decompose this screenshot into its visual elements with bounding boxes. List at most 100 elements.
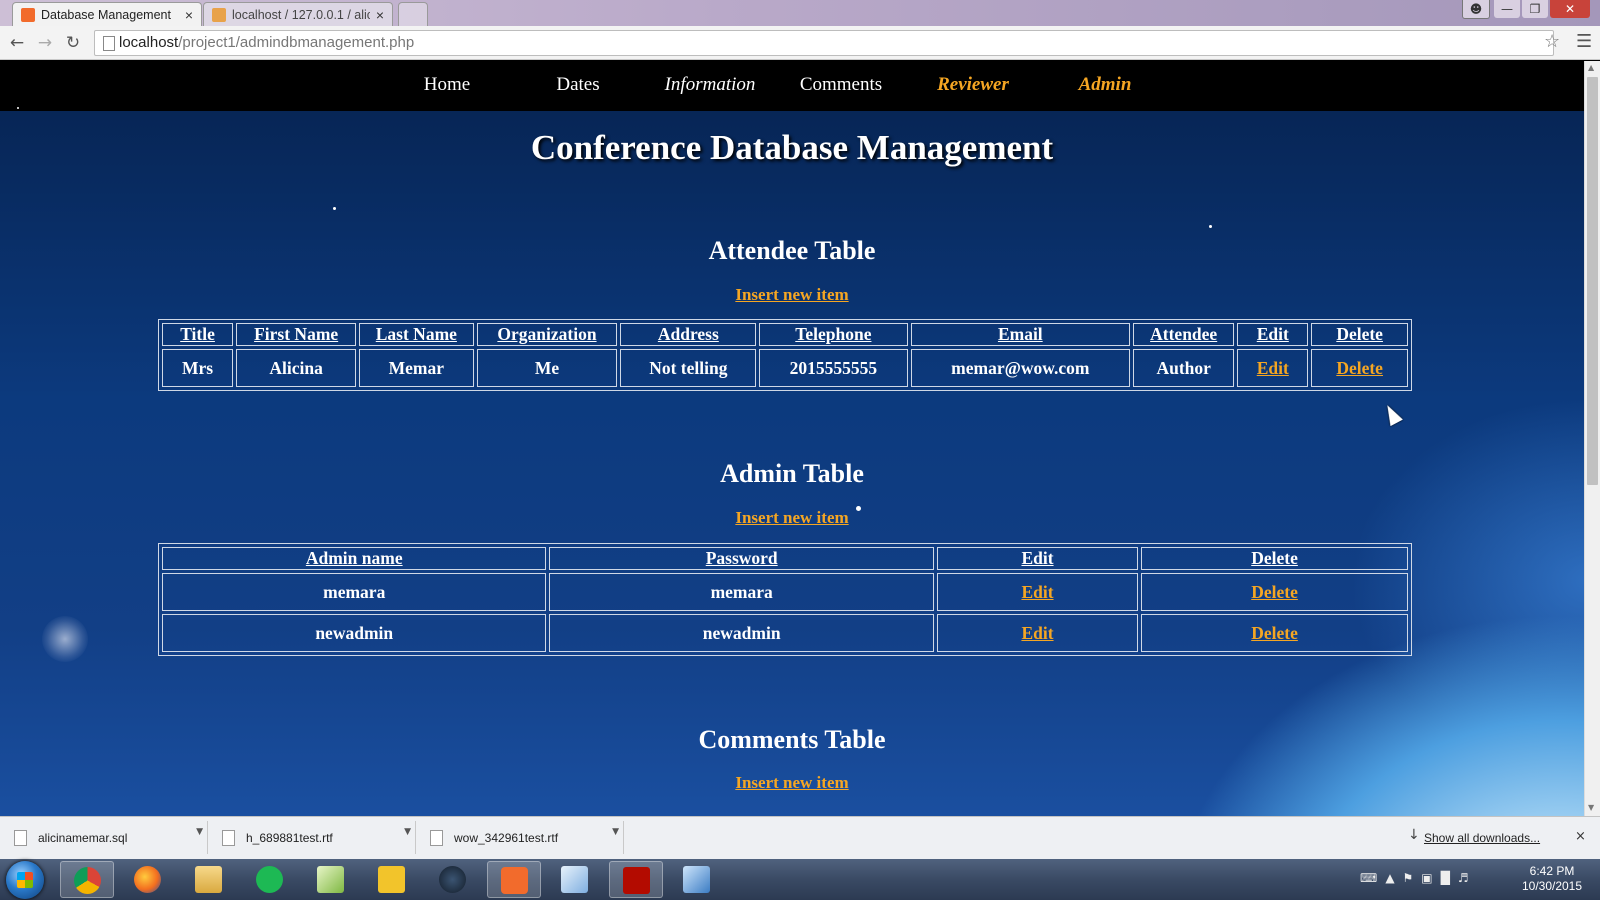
cell-organization: Me: [476, 349, 618, 387]
download-filename: wow_342961test.rtf: [454, 831, 559, 845]
cell-password: newadmin: [549, 614, 934, 652]
scroll-down-icon[interactable]: ▼: [1588, 803, 1594, 812]
download-filename: h_689881test.rtf: [246, 831, 333, 845]
windows-taskbar: ⌨▲⚑▣█♬ 6:42 PM 10/30/2015: [0, 859, 1600, 900]
col-delete: Delete: [1311, 323, 1408, 346]
nav-home[interactable]: Home: [424, 74, 470, 96]
show-all-downloads-link[interactable]: Show all downloads...: [1424, 831, 1540, 845]
delete-link[interactable]: Delete: [1311, 349, 1408, 387]
col-attendee: Attendee: [1133, 323, 1235, 346]
window-close-icon[interactable]: ✕: [1550, 0, 1590, 18]
cell-email: memar@wow.com: [910, 349, 1131, 387]
chevron-down-icon[interactable]: ▼: [196, 827, 203, 837]
file-icon: [14, 830, 27, 846]
nav-admin[interactable]: Admin: [1079, 74, 1132, 96]
table-header-row: Admin name Password Edit Delete: [162, 547, 1408, 570]
scrollbar-thumb[interactable]: [1587, 77, 1598, 485]
spotify-icon[interactable]: [243, 861, 297, 898]
attendee-insert-link[interactable]: Insert new item: [735, 285, 848, 304]
tab-close-icon[interactable]: ×: [185, 7, 193, 23]
page-scrollbar[interactable]: ▲ ▼: [1584, 61, 1600, 816]
star-decoration: [17, 107, 19, 109]
chrome-icon[interactable]: [60, 861, 114, 898]
url-input[interactable]: localhost/project1/admindbmanagement.php: [94, 30, 1554, 56]
minimize-icon[interactable]: —: [1494, 0, 1520, 18]
explorer-icon[interactable]: [182, 861, 236, 898]
acrobat-icon[interactable]: [609, 861, 663, 898]
nav-information[interactable]: Information: [665, 74, 756, 96]
table-row: memara memara Edit Delete: [162, 573, 1408, 611]
page-viewport: Home Dates Information Comments Reviewer…: [0, 61, 1584, 816]
steam-icon[interactable]: [426, 861, 480, 898]
system-clock[interactable]: 6:42 PM 10/30/2015: [1512, 864, 1592, 894]
notepad-icon[interactable]: [304, 861, 358, 898]
tab-phpmyadmin[interactable]: localhost / 127.0.0.1 / alici ×: [203, 2, 393, 26]
cell-last-name: Memar: [359, 349, 474, 387]
url-host: localhost: [119, 34, 179, 51]
tab-close-icon[interactable]: ×: [376, 7, 384, 23]
col-admin-name: Admin name: [162, 547, 547, 570]
cell-first-name: Alicina: [236, 349, 357, 387]
attendee-table-title: Attendee Table: [708, 236, 876, 265]
chevron-down-icon[interactable]: ▼: [612, 827, 619, 837]
delete-link[interactable]: Delete: [1141, 573, 1408, 611]
attendee-table: Title First Name Last Name Organization …: [158, 319, 1412, 391]
page-title: Conference Database Management: [530, 128, 1054, 167]
user-profile-icon[interactable]: ☻: [1462, 0, 1490, 19]
file-icon: [222, 830, 235, 846]
edit-link[interactable]: Edit: [936, 614, 1139, 652]
nav-dates[interactable]: Dates: [556, 74, 599, 96]
table-row: newadmin newadmin Edit Delete: [162, 614, 1408, 652]
comments-insert-link[interactable]: Insert new item: [735, 773, 848, 792]
edit-link[interactable]: Edit: [936, 573, 1139, 611]
start-button[interactable]: [6, 861, 44, 899]
col-last-name: Last Name: [359, 323, 474, 346]
system-tray[interactable]: ⌨▲⚑▣█♬: [1360, 871, 1477, 885]
mouse-cursor-icon: [1381, 401, 1403, 427]
comments-table-title: Comments Table: [698, 725, 886, 754]
nav-reviewer[interactable]: Reviewer: [937, 74, 1009, 96]
col-edit: Edit: [1237, 323, 1309, 346]
cell-title: Mrs: [162, 349, 234, 387]
site-navbar: Home Dates Information Comments Reviewer…: [0, 61, 1584, 111]
edit-link[interactable]: Edit: [1237, 349, 1309, 387]
cell-telephone: 2015555555: [759, 349, 908, 387]
col-organization: Organization: [476, 323, 618, 346]
table-header-row: Title First Name Last Name Organization …: [162, 323, 1408, 346]
download-item[interactable]: wow_342961test.rtf ▼: [420, 821, 624, 854]
xampp-icon[interactable]: [487, 861, 541, 898]
scroll-up-icon[interactable]: ▲: [1588, 63, 1594, 72]
cell-attendee: Author: [1133, 349, 1235, 387]
admin-table-title: Admin Table: [720, 459, 864, 488]
col-password: Password: [549, 547, 934, 570]
maximize-icon[interactable]: ❐: [1522, 0, 1548, 18]
back-arrow-icon[interactable]: ←: [6, 32, 28, 54]
cell-address: Not telling: [620, 349, 757, 387]
col-title: Title: [162, 323, 234, 346]
firefox-icon[interactable]: [121, 861, 175, 898]
phpmyadmin-favicon-icon: [212, 7, 226, 22]
control-panel-icon[interactable]: [670, 861, 724, 898]
forward-arrow-icon[interactable]: →: [34, 32, 56, 54]
cube-icon[interactable]: [548, 861, 602, 898]
admin-table: Admin name Password Edit Delete memara m…: [158, 543, 1412, 656]
live-icon[interactable]: [365, 861, 419, 898]
tab-database-management[interactable]: Database Management ×: [12, 2, 202, 26]
tab-label: localhost / 127.0.0.1 / alici: [232, 7, 370, 22]
reload-icon[interactable]: ↻: [62, 32, 84, 54]
bookmark-star-icon[interactable]: ☆: [1544, 31, 1560, 52]
cell-admin-name: newadmin: [162, 614, 547, 652]
download-item[interactable]: alicinamemar.sql ▼: [4, 821, 208, 854]
nav-comments[interactable]: Comments: [800, 74, 882, 96]
chevron-down-icon[interactable]: ▼: [404, 827, 411, 837]
download-filename: alicinamemar.sql: [38, 831, 128, 845]
xampp-favicon-icon: [21, 7, 35, 22]
chrome-menu-icon[interactable]: ☰: [1576, 31, 1592, 52]
downloads-close-icon[interactable]: ×: [1575, 829, 1586, 844]
download-item[interactable]: h_689881test.rtf ▼: [212, 821, 416, 854]
file-icon: [430, 830, 443, 846]
new-tab-button[interactable]: [398, 2, 428, 26]
downloads-bar: alicinamemar.sql ▼ h_689881test.rtf ▼ wo…: [0, 816, 1600, 859]
delete-link[interactable]: Delete: [1141, 614, 1408, 652]
admin-insert-link[interactable]: Insert new item: [735, 508, 848, 527]
